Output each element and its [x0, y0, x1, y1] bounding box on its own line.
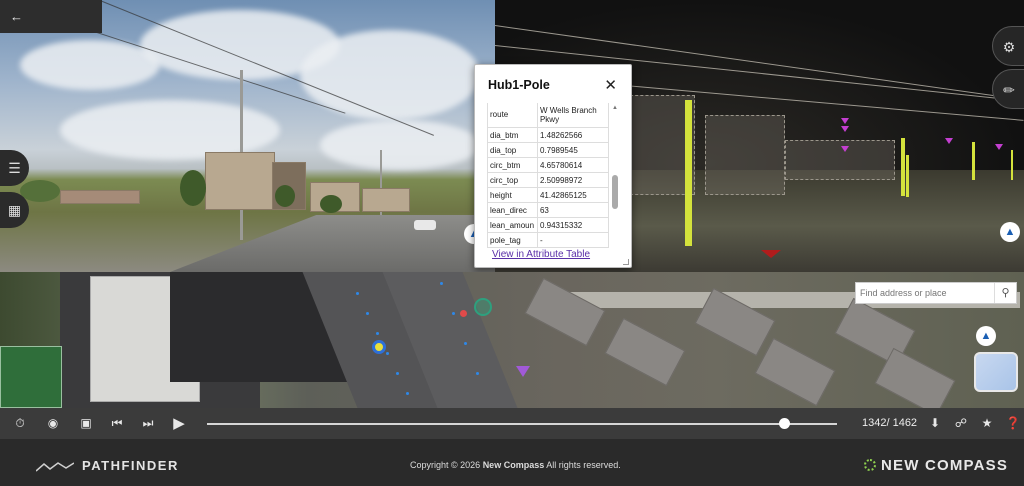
selected-pole-icon[interactable]	[474, 298, 492, 316]
footer: PATHFINDER Copyright © 2026 New Compass …	[0, 439, 1024, 486]
table-row: circ_top 2.50998972	[487, 172, 609, 188]
table-row: lean_direc 63	[487, 202, 609, 218]
compass-logo-icon	[864, 459, 876, 471]
popup-scrollbar[interactable]: ▲ ▼	[611, 105, 619, 297]
back-button[interactable]: ←	[0, 0, 102, 33]
camera-direction-icon	[516, 366, 530, 377]
table-row: pole_tag -	[487, 232, 609, 248]
scroll-thumb[interactable]	[612, 175, 618, 209]
skip-forward-icon[interactable]: ⏭	[139, 408, 157, 439]
pathfinder-mark-icon	[36, 461, 74, 472]
address-search-input[interactable]	[856, 283, 992, 303]
table-row: circ_btm 4.65780614	[487, 157, 609, 173]
current-position-icon	[372, 340, 386, 354]
resize-handle-icon[interactable]	[623, 259, 629, 265]
copyright-text: Copyright © 2026 New Compass All rights …	[410, 460, 621, 470]
scroll-up-icon[interactable]: ▲	[611, 105, 619, 111]
download-icon[interactable]: ⬇	[926, 408, 944, 439]
pathfinder-logo: PATHFINDER	[36, 458, 179, 473]
lidar-compass-icon[interactable]: ▲	[1000, 222, 1020, 242]
table-row: dia_btm 1.48262566	[487, 127, 609, 143]
skip-back-icon[interactable]: ⏮	[108, 408, 126, 439]
timeline-scrubber[interactable]	[779, 418, 791, 429]
timeline-track[interactable]	[207, 423, 837, 425]
table-row: lean_amoun 0.94315332	[487, 217, 609, 233]
star-icon[interactable]: ★	[978, 408, 996, 439]
table-icon: ▦	[7, 202, 22, 218]
popup-attributes[interactable]: route W Wells Branch Pkwy dia_btm 1.482625…	[487, 103, 621, 299]
pole-marker-icon[interactable]	[460, 310, 467, 317]
share-icon[interactable]: ☍	[952, 408, 970, 439]
table-row: height 41.42865125	[487, 187, 609, 203]
minimap-thumbnail[interactable]	[0, 346, 62, 408]
frame-counter: 1342/ 1462	[862, 417, 918, 429]
playback-bar: ⏱ ◉ ▣ ⏮ ⏭ ▶ 1342/ 1462 ⬇ ☍ ★ ❓	[0, 408, 1024, 439]
app-root: ← ☰ ▦ ▲ ⚙ ✏ ▲ Hub1-Pole ✕	[0, 0, 1024, 486]
attribute-table: route W Wells Branch Pkwy dia_btm 1.482625…	[487, 103, 609, 248]
timer-icon[interactable]: ⏱	[11, 408, 29, 439]
close-icon[interactable]: ✕	[604, 76, 617, 94]
table-row: route W Wells Branch Pkwy	[487, 103, 609, 128]
search-icon[interactable]: ⚲	[994, 283, 1016, 303]
map-search-box: ⚲	[855, 282, 1017, 304]
map-compass-icon[interactable]: ▲	[976, 326, 996, 346]
basemap-toggle[interactable]	[974, 352, 1018, 392]
street-view-panorama[interactable]	[0, 0, 495, 272]
feature-popup: Hub1-Pole ✕ route W Wells Branch Pkwy dia…	[474, 64, 632, 297]
table-row: dia_top 0.7989545	[487, 142, 609, 158]
popup-title: Hub1-Pole	[488, 78, 550, 92]
arrow-left-icon: ←	[10, 9, 23, 24]
ruler-icon: ✏	[1003, 82, 1015, 98]
gear-icon: ⚙	[1002, 39, 1016, 55]
record-icon[interactable]: ◉	[44, 408, 62, 439]
play-icon[interactable]: ▶	[170, 408, 188, 439]
layers-icon: ☰	[8, 160, 21, 176]
new-compass-logo: NEW COMPASS	[864, 457, 1008, 474]
photo-capture-icon[interactable]: ▣	[77, 408, 95, 439]
settings-button[interactable]: ⚙	[992, 26, 1024, 66]
view-attribute-table-link[interactable]: View in Attribute Table	[492, 249, 617, 260]
help-icon[interactable]: ❓	[1004, 408, 1022, 439]
measure-button[interactable]: ✏	[992, 69, 1024, 109]
